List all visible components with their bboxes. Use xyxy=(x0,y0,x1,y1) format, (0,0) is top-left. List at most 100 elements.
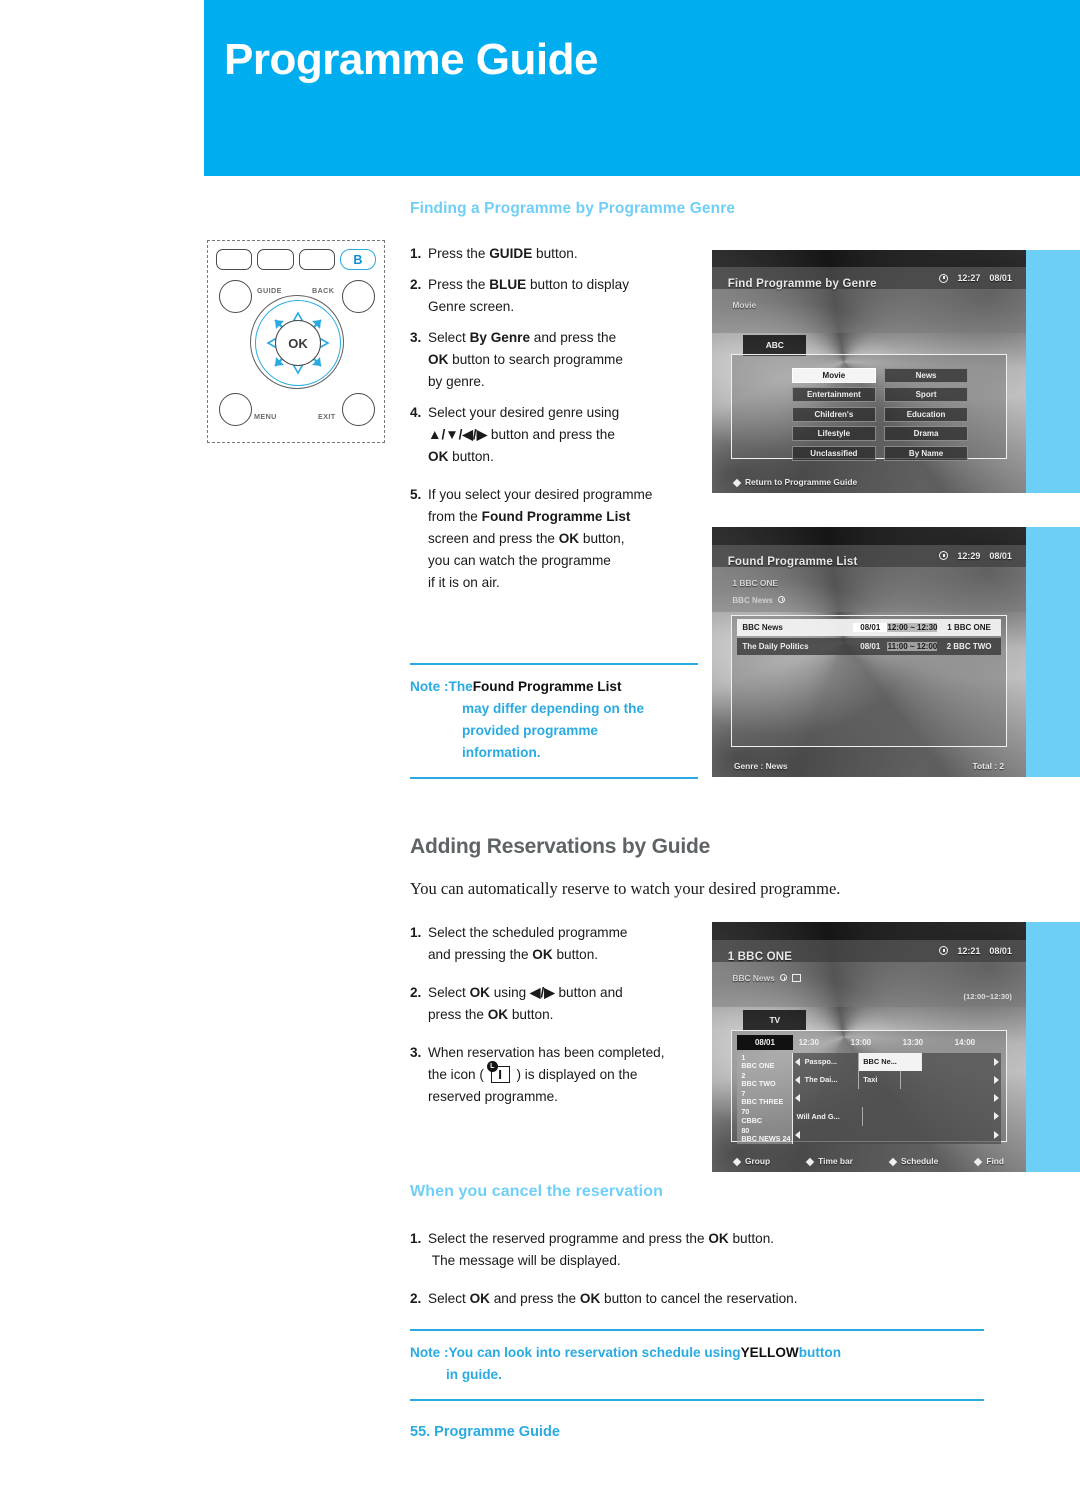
epg-programme-track xyxy=(792,1089,1001,1108)
page-banner: Programme Guide xyxy=(204,0,1080,176)
note-bold-term: YELLOW xyxy=(740,1345,799,1360)
list-item: 1. Press the GUIDE button. xyxy=(410,243,702,265)
tv-screenshot-epg: 1 BBC ONE BBC News 12:21 08/01 (12:00~12… xyxy=(712,922,1080,1172)
epg-programme-cell[interactable]: Will And G... xyxy=(793,1107,864,1126)
programme-name: The Daily Politics xyxy=(742,641,809,651)
tv-footer-genre: Genre : News xyxy=(733,760,788,771)
programme-time: 12:00 ~ 12:30 xyxy=(887,622,938,632)
tv-footer-item-schedule[interactable]: Schedule xyxy=(888,1156,938,1166)
epg-channel-row[interactable]: 80 BBC NEWS 24 xyxy=(737,1125,1001,1144)
epg-channel-label: 80 BBC NEWS 24 xyxy=(737,1125,793,1144)
remote-ok-button[interactable]: OK xyxy=(275,320,321,366)
genre-cell-drama[interactable]: Drama xyxy=(884,426,968,442)
diamond-icon xyxy=(974,1157,983,1166)
remote-control-diagram: B GUIDE BACK OK MENU EXIT xyxy=(207,240,385,443)
scroll-right-icon[interactable] xyxy=(993,1075,999,1084)
step-number: 1. xyxy=(410,1231,422,1246)
step-text: When reservation has been completed, the … xyxy=(428,1045,665,1105)
genre-cell-sport[interactable]: Sport xyxy=(884,387,968,403)
genre-cell-entertainment[interactable]: Entertainment xyxy=(792,387,876,403)
tv-footer-item-group[interactable]: Group xyxy=(732,1156,770,1166)
tv-subtitle2: BBC News xyxy=(732,595,786,605)
note-lead: The xyxy=(448,679,473,694)
section-heading-find-programme: Finding a Programme by Programme Genre xyxy=(410,200,736,217)
genre-cell-movie[interactable]: Movie xyxy=(792,367,876,383)
scroll-right-icon[interactable] xyxy=(993,1130,999,1139)
step-number: 1. xyxy=(410,246,422,261)
epg-date: 08/01 xyxy=(737,1034,793,1050)
genre-cell-childrens[interactable]: Children's xyxy=(792,406,876,422)
note-label: Note : xyxy=(410,679,449,694)
genre-column-right: News Sport Education Drama By Name xyxy=(884,367,968,461)
tv-screen: 1 BBC ONE BBC News 12:21 08/01 (12:00~12… xyxy=(712,922,1026,1172)
epg-channel-row[interactable]: 70 CBBC Will And G... xyxy=(737,1107,1001,1126)
remote-button-green[interactable] xyxy=(257,249,294,270)
tv-footer: Genre : News Total : 2 xyxy=(712,761,1026,771)
step-number: 1. xyxy=(410,925,422,940)
genre-cell-unclassified[interactable]: Unclassified xyxy=(792,445,876,461)
tv-clock: 12:27 08/01 xyxy=(939,273,1012,283)
epg-programme-cell[interactable]: Passpo... xyxy=(793,1052,860,1071)
epg-channel-row[interactable]: 7 BBC THREE xyxy=(737,1089,1001,1108)
scroll-right-icon[interactable] xyxy=(993,1094,999,1103)
programme-date: 08/01 xyxy=(853,622,888,632)
tv-footer: Group Time bar Schedule Find xyxy=(712,1156,1026,1166)
tv-clock: 12:29 08/01 xyxy=(939,551,1012,561)
step-text: Press the GUIDE button. xyxy=(428,246,578,261)
table-row[interactable]: BBC News 08/01 12:00 ~ 12:30 1 BBC ONE xyxy=(737,618,1001,636)
epg-programme-cell-selected[interactable]: BBC Ne... xyxy=(859,1052,922,1071)
epg-time-col: 13:00 xyxy=(850,1037,872,1047)
tv-footer-item[interactable]: Return to Programme Guide xyxy=(732,477,857,487)
scroll-left-icon[interactable] xyxy=(794,1075,800,1084)
note-first-line: Note : You can look into reservation sch… xyxy=(410,1342,984,1364)
tv-tab-tv[interactable]: TV xyxy=(743,1009,807,1031)
epg-programme-track: Will And G... xyxy=(792,1107,1001,1126)
tv-genre-panel: Movie Entertainment Children's Lifestyle… xyxy=(730,354,1008,461)
programme-date: 08/01 xyxy=(860,641,881,651)
programme-time: 11:00 ~ 12:00 xyxy=(887,641,938,651)
scroll-left-icon[interactable] xyxy=(794,1130,800,1139)
section-heading-adding-reservations: Adding Reservations by Guide xyxy=(410,835,711,858)
epg-channel-row[interactable]: 1 BBC ONE Passpo... BBC Ne... xyxy=(737,1052,1001,1071)
remote-button-yellow[interactable] xyxy=(298,249,335,270)
tv-tab-abc[interactable]: ABC xyxy=(743,335,807,356)
diamond-icon xyxy=(888,1157,898,1166)
epg-programme-cell[interactable]: Taxi xyxy=(859,1070,901,1090)
tv-subtitle: BBC News xyxy=(732,973,804,983)
genre-cell-by-name[interactable]: By Name xyxy=(884,445,968,461)
page-footer: 55. Programme Guide xyxy=(410,1424,560,1440)
epg-channel-label: 1 BBC ONE xyxy=(737,1052,793,1071)
remote-menu-label: MENU xyxy=(254,412,277,421)
remote-button-red[interactable] xyxy=(216,249,253,270)
tv-footer-total: Total : 2 xyxy=(972,760,1005,771)
table-row[interactable]: The Daily Politics 08/01 11:00 ~ 12:00 2… xyxy=(737,637,1001,655)
scroll-right-icon[interactable] xyxy=(993,1057,999,1066)
remote-back-button[interactable] xyxy=(342,280,375,313)
clock-icon xyxy=(939,946,949,956)
diamond-icon xyxy=(732,1157,742,1166)
tv-found-list-panel: BBC News 08/01 12:00 ~ 12:30 1 BBC ONE T… xyxy=(730,614,1008,747)
genre-cell-lifestyle[interactable]: Lifestyle xyxy=(792,426,876,442)
reservation-icon xyxy=(792,974,802,983)
remote-button-blue[interactable]: B xyxy=(339,249,376,270)
scroll-right-icon[interactable] xyxy=(993,1112,999,1121)
genre-cell-education[interactable]: Education xyxy=(884,406,968,422)
step-text: If you select your desired programme from… xyxy=(428,487,653,591)
step-text: Select the scheduled programme and pressi… xyxy=(428,925,628,963)
tv-side-bar xyxy=(1026,922,1080,1172)
tv-time: 12:27 xyxy=(957,273,981,284)
scroll-left-icon[interactable] xyxy=(794,1057,800,1066)
epg-channel-row[interactable]: 2 BBC TWO The Dai... Taxi xyxy=(737,1070,1001,1090)
note-line: may differ depending on the xyxy=(462,701,645,717)
tv-footer-item-find[interactable]: Find xyxy=(974,1156,1004,1166)
genre-cell-news[interactable]: News xyxy=(884,367,968,383)
remote-guide-button[interactable] xyxy=(219,280,252,313)
epg-programme-cell[interactable]: The Dai... xyxy=(793,1070,860,1090)
tv-screen: Find Programme by Genre Movie 12:27 08/0… xyxy=(712,250,1026,493)
scroll-left-icon[interactable] xyxy=(794,1094,800,1103)
tv-footer-item-timebar[interactable]: Time bar xyxy=(805,1156,853,1166)
tv-screenshot-genre: Find Programme by Genre Movie 12:27 08/0… xyxy=(712,250,1080,493)
remote-dpad[interactable]: OK xyxy=(250,295,344,389)
remote-menu-button[interactable] xyxy=(219,393,252,426)
remote-exit-button[interactable] xyxy=(342,393,375,426)
